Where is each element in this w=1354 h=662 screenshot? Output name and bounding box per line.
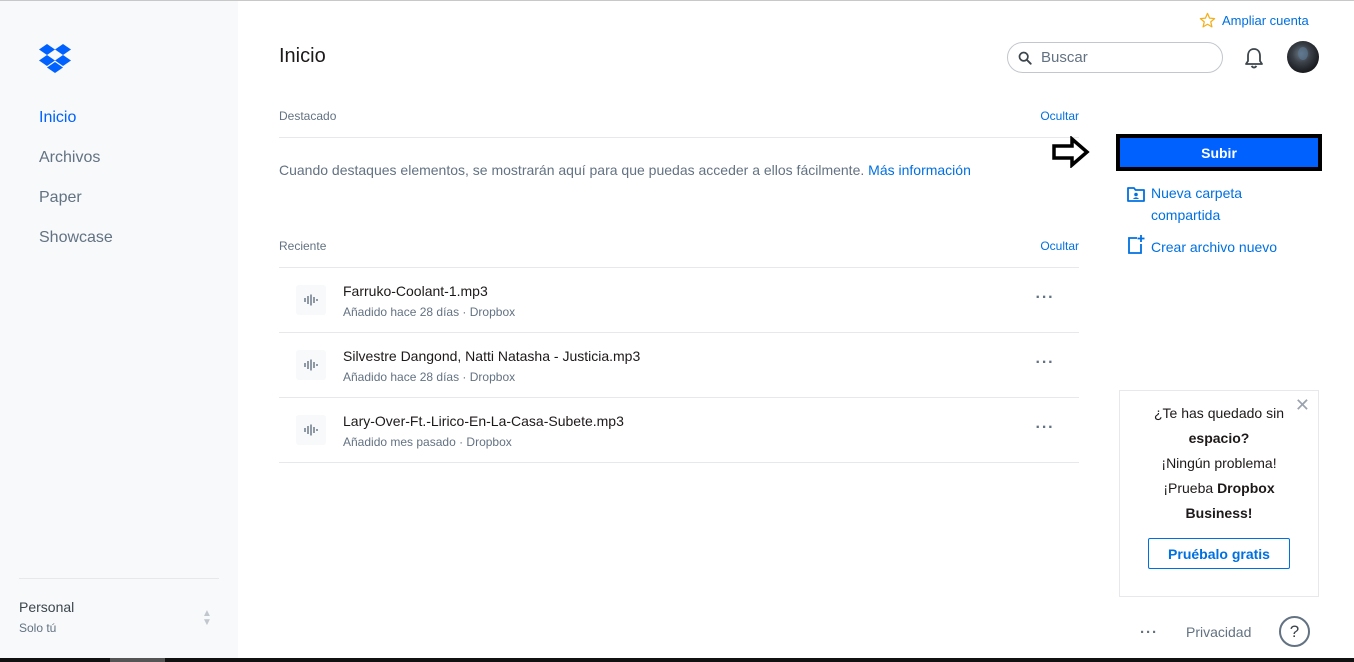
divider — [279, 137, 1079, 138]
recent-header: Reciente Ocultar — [279, 239, 1079, 260]
taskbar-edge — [0, 658, 1354, 662]
divider — [279, 462, 1079, 463]
more-info-link[interactable]: Más información — [868, 162, 971, 178]
upgrade-label: Ampliar cuenta — [1222, 13, 1309, 28]
file-name[interactable]: Farruko-Coolant-1.mp3 — [343, 283, 488, 299]
chevron-updown-icon[interactable]: ▲ ▼ — [200, 609, 214, 629]
table-row[interactable]: Farruko-Coolant-1.mp3 Añadido hace 28 dí… — [279, 268, 1079, 333]
more-options-icon[interactable]: ··· — [1031, 289, 1059, 309]
file-name[interactable]: Silvestre Dangond, Natti Natasha - Justi… — [343, 348, 640, 364]
sidebar-item-inicio[interactable]: Inicio — [39, 106, 113, 146]
promo-card: ✕ ¿Te has quedado sin espacio? ¡Ningún p… — [1119, 390, 1319, 597]
sidebar-item-archivos[interactable]: Archivos — [39, 146, 113, 186]
promo-line: Business! — [1185, 505, 1253, 521]
more-options-icon[interactable]: ··· — [1031, 419, 1059, 439]
starred-empty-text: Cuando destaques elementos, se mostrarán… — [279, 162, 865, 178]
table-row[interactable]: Lary-Over-Ft.-Lirico-En-La-Casa-Subete.m… — [279, 398, 1079, 463]
file-meta: Añadido hace 28 días · Dropbox — [343, 305, 516, 319]
sidebar-divider — [19, 578, 219, 579]
bell-icon[interactable] — [1243, 46, 1265, 70]
try-free-button[interactable]: Pruébalo gratis — [1148, 538, 1290, 569]
footer-more-icon[interactable]: ··· — [1140, 624, 1158, 641]
close-icon[interactable]: ✕ — [1295, 395, 1310, 416]
account-sub: Solo tú — [19, 621, 57, 635]
promo-line: ¡Ningún problema! — [1161, 455, 1277, 471]
new-shared-folder-button[interactable]: Nueva carpeta compartida — [1127, 182, 1297, 226]
privacy-link[interactable]: Privacidad — [1186, 624, 1251, 640]
file-meta: Añadido hace 28 días · Dropbox — [343, 370, 516, 384]
new-shared-folder-label: Nueva carpeta compartida — [1151, 185, 1243, 223]
audio-file-icon — [296, 350, 326, 380]
promo-line: Dropbox — [1217, 480, 1275, 496]
promo-line: espacio? — [1188, 430, 1250, 446]
sidebar-nav: Inicio Archivos Paper Showcase — [39, 106, 113, 266]
page-title: Inicio — [279, 45, 326, 67]
search-box[interactable] — [1007, 42, 1223, 73]
account-name: Personal — [19, 599, 75, 615]
sidebar: Inicio Archivos Paper Showcase Personal … — [0, 1, 238, 658]
upload-button[interactable]: Subir — [1116, 134, 1322, 171]
create-new-file-button[interactable]: Crear archivo nuevo — [1127, 235, 1297, 258]
audio-file-icon — [296, 415, 326, 445]
star-icon — [1199, 12, 1216, 28]
recent-heading: Reciente — [279, 239, 327, 253]
recent-hide-link[interactable]: Ocultar — [1040, 239, 1079, 260]
arrow-right-icon — [1052, 136, 1090, 168]
search-icon — [1018, 51, 1032, 65]
avatar[interactable] — [1287, 41, 1319, 73]
upgrade-account-link[interactable]: Ampliar cuenta — [1199, 12, 1309, 29]
more-options-icon[interactable]: ··· — [1031, 354, 1059, 374]
audio-file-icon — [296, 285, 326, 315]
starred-empty-message: Cuando destaques elementos, se mostrarán… — [279, 162, 971, 178]
starred-heading: Destacado — [279, 109, 337, 123]
file-meta: Añadido mes pasado · Dropbox — [343, 435, 512, 449]
account-switcher[interactable]: Personal Solo tú — [19, 599, 74, 635]
search-input[interactable] — [1041, 49, 1211, 66]
starred-header: Destacado Ocultar — [279, 109, 1079, 130]
shared-folder-icon — [1127, 187, 1145, 202]
dropbox-logo-icon[interactable] — [38, 43, 72, 73]
starred-hide-link[interactable]: Ocultar — [1040, 109, 1079, 130]
sidebar-item-paper[interactable]: Paper — [39, 186, 113, 226]
table-row[interactable]: Silvestre Dangond, Natti Natasha - Justi… — [279, 333, 1079, 398]
file-name[interactable]: Lary-Over-Ft.-Lirico-En-La-Casa-Subete.m… — [343, 413, 624, 429]
promo-line: ¡Prueba — [1163, 480, 1218, 496]
create-new-file-label: Crear archivo nuevo — [1151, 239, 1278, 255]
promo-line: ¿Te has quedado sin — [1154, 405, 1284, 421]
help-icon[interactable]: ? — [1279, 616, 1310, 647]
sidebar-item-showcase[interactable]: Showcase — [39, 226, 113, 266]
new-file-icon — [1128, 235, 1145, 254]
